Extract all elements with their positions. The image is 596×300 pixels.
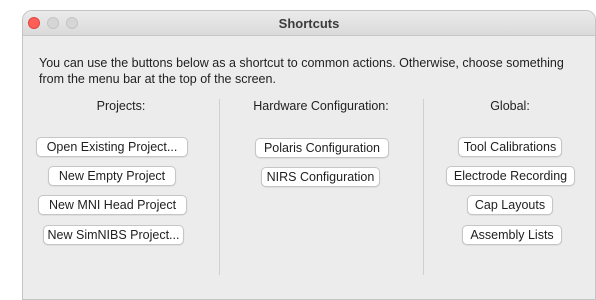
global-column: Global: Tool Calibrations Electrode Reco… <box>423 99 595 289</box>
hardware-column: Hardware Configuration: Polaris Configur… <box>219 99 423 289</box>
open-existing-project-button[interactable]: Open Existing Project... <box>36 137 188 157</box>
title-bar[interactable]: Shortcuts <box>23 11 595 36</box>
polaris-configuration-button[interactable]: Polaris Configuration <box>255 138 389 158</box>
window-title: Shortcuts <box>278 16 340 31</box>
shortcuts-window: Shortcuts You can use the buttons below … <box>22 10 596 300</box>
projects-header: Projects: <box>96 99 146 113</box>
projects-column: Projects: Open Existing Project... New E… <box>23 99 219 289</box>
hardware-header: Hardware Configuration: <box>253 99 389 113</box>
cap-layouts-button[interactable]: Cap Layouts <box>467 195 553 215</box>
tool-calibrations-button[interactable]: Tool Calibrations <box>458 137 562 157</box>
description-text: You can use the buttons below as a short… <box>39 56 564 86</box>
new-simnibs-project-button[interactable]: New SimNIBS Project... <box>43 225 184 245</box>
new-empty-project-button[interactable]: New Empty Project <box>48 166 176 186</box>
electrode-recording-button[interactable]: Electrode Recording <box>446 166 575 186</box>
new-mni-head-project-button[interactable]: New MNI Head Project <box>38 195 187 215</box>
global-header: Global: <box>490 99 530 113</box>
nirs-configuration-button[interactable]: NIRS Configuration <box>261 167 380 187</box>
assembly-lists-button[interactable]: Assembly Lists <box>462 225 562 245</box>
